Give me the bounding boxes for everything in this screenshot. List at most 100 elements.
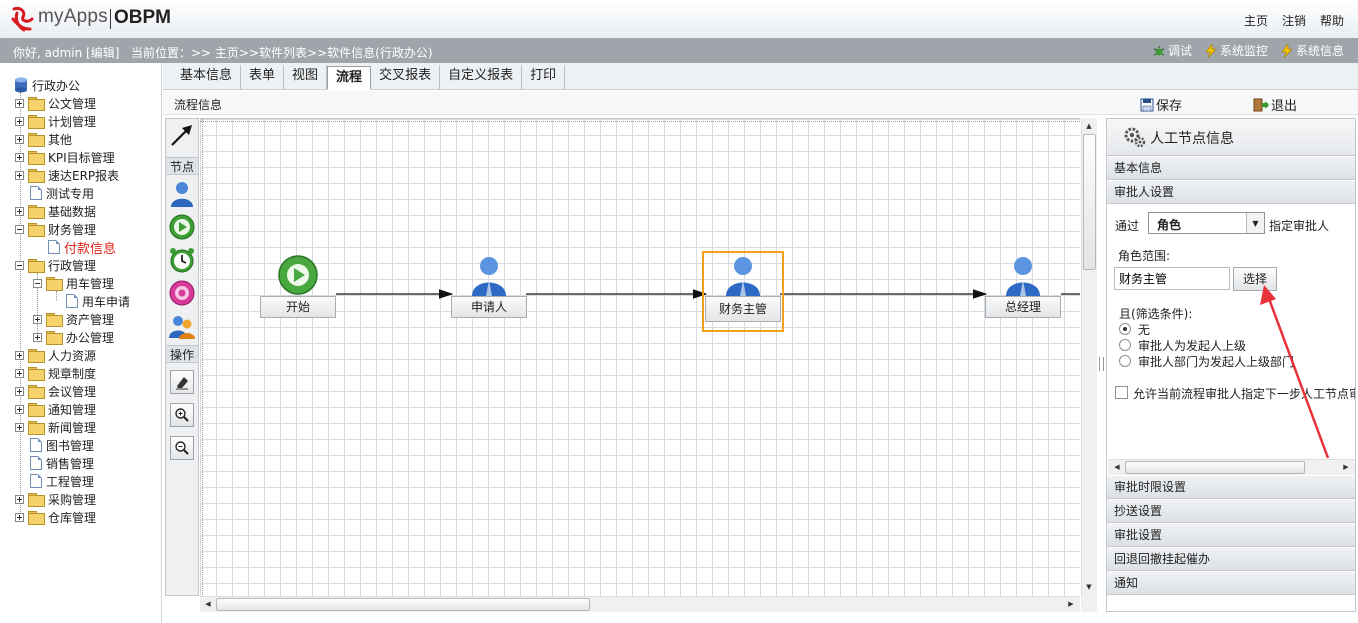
section-rollback-settings[interactable]: 回退回撤挂起催办 [1107, 548, 1355, 571]
tree-item-payment-info[interactable]: 付款信息 [46, 238, 116, 257]
zoom-out-button[interactable] [170, 436, 194, 460]
scroll-left-arrow[interactable]: ◀ [201, 597, 215, 611]
flow-node-finance-manager[interactable]: 财务主管 [702, 251, 784, 332]
debug-button[interactable]: 调试 [1152, 42, 1192, 59]
choose-role-button[interactable]: 选择 [1233, 267, 1277, 291]
tree-item-admin[interactable]: 行政管理 [15, 256, 96, 274]
tree-item-erp[interactable]: 速达ERP报表 [15, 166, 119, 184]
tree-item-base-data[interactable]: 基础数据 [15, 202, 96, 220]
collapse-icon[interactable] [15, 260, 24, 270]
tab-view[interactable]: 视图 [284, 65, 328, 89]
user-greeting[interactable]: 你好, admin [编辑] [13, 44, 119, 61]
section-notification[interactable]: 通知 [1107, 572, 1355, 595]
eraser-button[interactable] [170, 370, 194, 394]
tree-item-vehicle[interactable]: 用车管理 [33, 274, 114, 292]
tree-item-hr[interactable]: 人力资源 [15, 346, 96, 364]
role-range-input[interactable] [1114, 267, 1230, 290]
expand-icon[interactable] [15, 350, 24, 360]
tree-root[interactable]: 行政办公 [14, 76, 80, 94]
horizontal-scroll-thumb[interactable] [216, 598, 590, 611]
scroll-up-arrow[interactable]: ▲ [1082, 119, 1096, 133]
tree-item-rules[interactable]: 规章制度 [15, 364, 96, 382]
system-monitor-button[interactable]: 系统监控 [1204, 42, 1268, 59]
system-info-button[interactable]: 系统信息 [1280, 42, 1344, 59]
tab-cross-report[interactable]: 交叉报表 [371, 65, 441, 89]
approver-type-select[interactable]: 角色 ▼ [1148, 212, 1265, 234]
expand-icon[interactable] [15, 152, 24, 162]
section-cc-settings[interactable]: 抄送设置 [1107, 500, 1355, 523]
tree-item-news[interactable]: 新闻管理 [15, 418, 96, 436]
tree-item-meeting[interactable]: 会议管理 [15, 382, 96, 400]
manual-node-tool[interactable] [167, 179, 197, 209]
start-node-tool[interactable] [167, 212, 197, 242]
collapse-icon[interactable] [15, 224, 24, 234]
scroll-right-arrow[interactable]: ▶ [1339, 460, 1353, 474]
exit-button[interactable]: 退出 [1253, 95, 1297, 114]
tab-form[interactable]: 表单 [241, 65, 285, 89]
panel-scroll-thumb[interactable] [1125, 461, 1305, 474]
filter-superior-radio[interactable] [1119, 339, 1131, 351]
expand-icon[interactable] [33, 332, 42, 342]
tree-item-assets[interactable]: 资产管理 [33, 310, 114, 328]
section-time-limit[interactable]: 审批时限设置 [1107, 476, 1355, 499]
expand-icon[interactable] [15, 422, 24, 432]
end-node-tool[interactable] [167, 278, 197, 308]
tree-item-sales[interactable]: 销售管理 [28, 454, 94, 472]
flow-canvas[interactable]: 开始 申请人 财务主管 总经理 [200, 118, 1080, 596]
tree-item-purchase[interactable]: 采购管理 [15, 490, 96, 508]
expand-icon[interactable] [15, 386, 24, 396]
section-approval-settings[interactable]: 审批设置 [1107, 524, 1355, 547]
pointer-tool[interactable] [167, 120, 197, 150]
expand-icon[interactable] [15, 116, 24, 126]
tab-basic-info[interactable]: 基本信息 [172, 65, 242, 89]
splitter-grip[interactable] [1099, 357, 1104, 371]
tree-item-finance[interactable]: 财务管理 [15, 220, 96, 238]
scroll-left-arrow[interactable]: ◀ [1110, 460, 1124, 474]
help-link[interactable]: 帮助 [1320, 12, 1344, 29]
tree-item-plan[interactable]: 计划管理 [15, 112, 96, 130]
expand-icon[interactable] [33, 314, 42, 324]
tree-item-library[interactable]: 图书管理 [28, 436, 94, 454]
scroll-down-arrow[interactable]: ▼ [1082, 580, 1096, 594]
expand-icon[interactable] [15, 206, 24, 216]
tree-item-other[interactable]: 其他 [15, 130, 72, 148]
top-links: 主页 注销 帮助 [1244, 12, 1344, 29]
panel-horizontal-scrollbar[interactable]: ◀ ▶ [1108, 459, 1355, 475]
tree-item-test[interactable]: 测试专用 [28, 184, 94, 202]
vertical-scroll-thumb[interactable] [1083, 134, 1096, 270]
chevron-down-icon: ▼ [1246, 213, 1264, 233]
allow-next-approver-checkbox[interactable] [1115, 386, 1128, 399]
tree-item-office[interactable]: 办公管理 [33, 328, 114, 346]
tree-item-gongwen[interactable]: 公文管理 [15, 94, 96, 112]
zoom-in-button[interactable] [170, 403, 194, 427]
canvas-vertical-scrollbar[interactable]: ▲ ▼ [1081, 118, 1097, 596]
section-approver-settings[interactable]: 审批人设置 [1107, 181, 1355, 204]
expand-icon[interactable] [15, 134, 24, 144]
expand-icon[interactable] [15, 98, 24, 108]
tree-item-notice[interactable]: 通知管理 [15, 400, 96, 418]
tab-print[interactable]: 打印 [522, 65, 566, 89]
filter-condition-label: 且(筛选条件): [1119, 307, 1193, 321]
tab-custom-report[interactable]: 自定义报表 [440, 65, 523, 89]
tree-item-project[interactable]: 工程管理 [28, 472, 94, 490]
section-basic-info[interactable]: 基本信息 [1107, 157, 1355, 180]
collapse-icon[interactable] [33, 278, 42, 288]
expand-icon[interactable] [15, 512, 24, 522]
tab-flow[interactable]: 流程 [327, 66, 372, 90]
filter-none-radio[interactable] [1119, 323, 1131, 335]
expand-icon[interactable] [15, 170, 24, 180]
expand-icon[interactable] [15, 494, 24, 504]
timer-node-tool[interactable] [167, 245, 197, 275]
filter-superior-dept-radio[interactable] [1119, 355, 1131, 367]
tree-item-kpi[interactable]: KPI目标管理 [15, 148, 115, 166]
save-button[interactable]: 保存 [1140, 95, 1182, 114]
home-link[interactable]: 主页 [1244, 12, 1268, 29]
tree-item-warehouse[interactable]: 仓库管理 [15, 508, 96, 526]
scroll-right-arrow[interactable]: ▶ [1064, 597, 1078, 611]
expand-icon[interactable] [15, 404, 24, 414]
canvas-horizontal-scrollbar[interactable]: ◀ ▶ [200, 596, 1080, 612]
tree-item-vehicle-request[interactable]: 用车申请 [64, 292, 130, 310]
logout-link[interactable]: 注销 [1282, 12, 1306, 29]
subflow-node-tool[interactable] [167, 311, 197, 341]
expand-icon[interactable] [15, 368, 24, 378]
